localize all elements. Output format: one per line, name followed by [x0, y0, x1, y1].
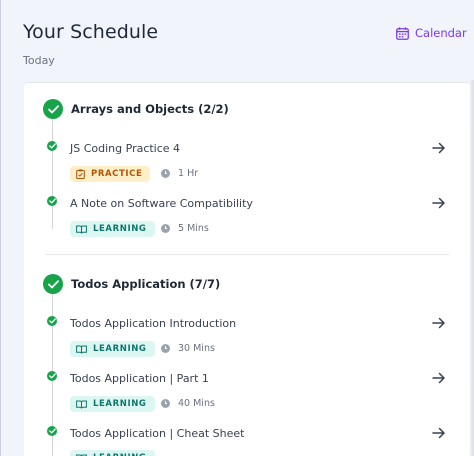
item-title[interactable]: Todos Application | Part 1 — [70, 372, 209, 385]
card-shadow — [470, 80, 474, 456]
check-circle-icon — [43, 274, 63, 294]
badge-label: LEARNING — [93, 344, 147, 354]
duration: 30 Mins — [161, 343, 215, 354]
page-subtitle: Today — [23, 54, 55, 67]
duration-text: 1 Hr — [178, 168, 199, 179]
check-circle-icon — [47, 371, 57, 381]
arrow-right-icon[interactable] — [431, 195, 447, 211]
clock-icon — [161, 224, 170, 233]
duration: 1 Hr — [161, 168, 198, 179]
learning-badge: LEARNING — [70, 341, 155, 357]
item-title[interactable]: Todos Application | Cheat Sheet — [70, 427, 244, 440]
section-divider — [46, 254, 449, 255]
calendar-link[interactable]: Calendar — [396, 26, 467, 40]
duration: 40 Mins — [161, 398, 215, 409]
section-title: Arrays and Objects (2/2) — [71, 102, 229, 116]
book-icon — [76, 225, 87, 233]
item-title[interactable]: JS Coding Practice 4 — [70, 142, 180, 155]
check-circle-icon — [47, 141, 57, 151]
check-circle-icon — [47, 196, 57, 206]
arrow-right-icon[interactable] — [431, 140, 447, 156]
page-title: Your Schedule — [23, 21, 159, 43]
badge-label: LEARNING — [93, 399, 147, 409]
duration-text: 30 Mins — [178, 343, 215, 354]
learning-badge: LEARNING — [70, 450, 155, 456]
calendar-label: Calendar — [415, 26, 467, 40]
arrow-right-icon[interactable] — [431, 370, 447, 386]
clock-icon — [161, 399, 170, 408]
duration-text: 5 Mins — [178, 223, 209, 234]
item-title[interactable]: Todos Application Introduction — [70, 317, 236, 330]
arrow-right-icon[interactable] — [431, 425, 447, 441]
section-header[interactable]: Todos Application (7/7) — [43, 274, 220, 294]
clock-icon — [161, 169, 170, 178]
clock-icon — [161, 344, 170, 353]
book-icon — [76, 400, 87, 408]
duration-text: 40 Mins — [178, 398, 215, 409]
duration: 5 Mins — [161, 223, 209, 234]
check-circle-icon — [43, 99, 63, 119]
section-header[interactable]: Arrays and Objects (2/2) — [43, 99, 229, 119]
practice-badge: PRACTICE — [70, 166, 151, 182]
learning-badge: LEARNING — [70, 396, 155, 412]
section-title: Todos Application (7/7) — [71, 277, 221, 291]
item-title[interactable]: A Note on Software Compatibility — [70, 197, 253, 210]
badge-label: PRACTICE — [91, 169, 143, 179]
learning-badge: LEARNING — [70, 221, 155, 237]
book-icon — [76, 345, 87, 353]
calendar-icon — [396, 26, 409, 40]
badge-label: LEARNING — [93, 224, 147, 234]
check-circle-icon — [47, 316, 57, 326]
schedule-header: Your Schedule Today Calendar — [0, 0, 474, 80]
clipboard-icon — [76, 169, 85, 179]
arrow-right-icon[interactable] — [431, 315, 447, 331]
check-circle-icon — [47, 426, 57, 436]
timeline-line — [52, 119, 53, 229]
